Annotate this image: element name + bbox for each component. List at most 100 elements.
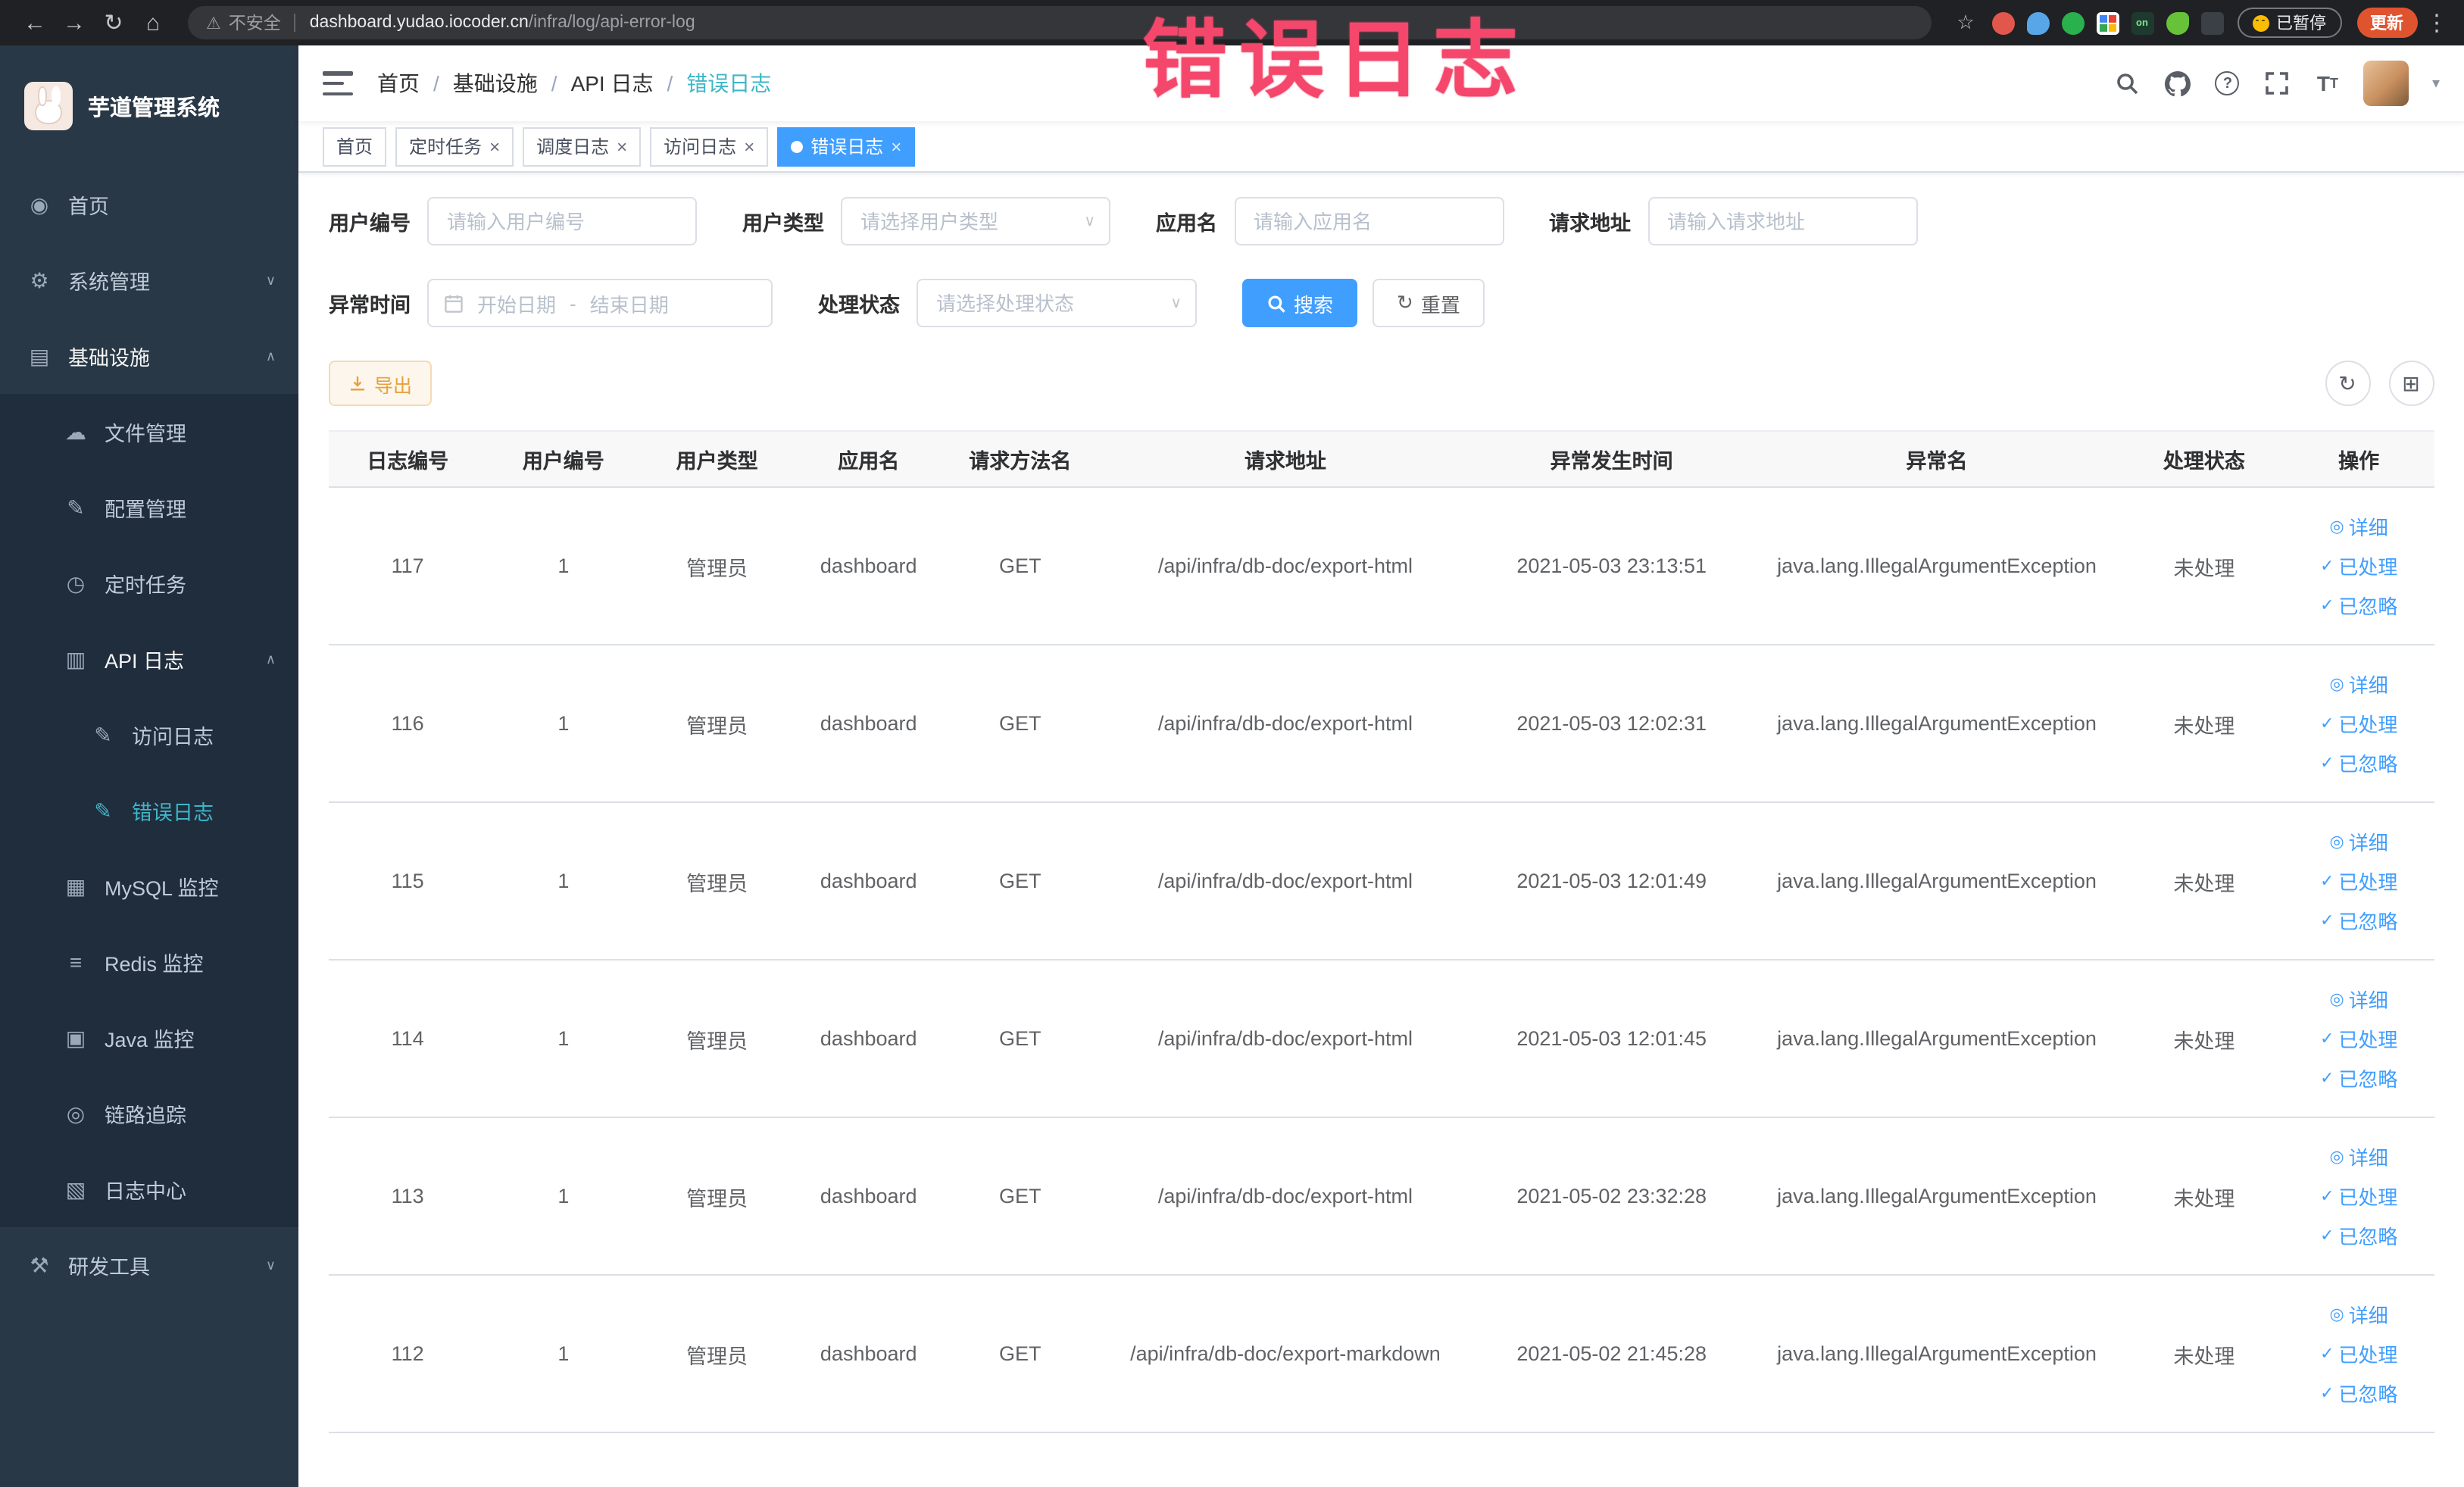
detail-link[interactable]: ◎ 详细: [2330, 512, 2388, 541]
sidebar-item-home[interactable]: ◉ 首页: [0, 167, 298, 242]
tab-scheduled-jobs[interactable]: 定时任务 ×: [395, 127, 514, 166]
back-icon[interactable]: ←: [15, 10, 55, 36]
mark-ignored-link[interactable]: ✓ 已忽略: [2320, 1064, 2397, 1092]
ignored-label: 已忽略: [2338, 1383, 2398, 1406]
cell-time: 2021-05-03 12:02:31: [1516, 712, 1707, 735]
refresh-icon: ↻: [1397, 291, 1413, 314]
sidebar-item-access-log[interactable]: ✎ 访问日志: [0, 697, 298, 773]
extension-icon[interactable]: [2026, 11, 2049, 34]
sidebar-item-infrastructure[interactable]: ▤ 基础设施 ∧: [0, 318, 298, 394]
cell-request-url: /api/infra/db-doc/export-html: [1157, 1027, 1413, 1050]
app-name-input[interactable]: [1234, 197, 1504, 245]
extension-icon[interactable]: [2096, 11, 2119, 34]
chevron-down-icon[interactable]: ▾: [2432, 75, 2440, 92]
tab-error-log[interactable]: 错误日志 ×: [777, 127, 916, 166]
check-icon: ✓: [2319, 1227, 2334, 1245]
mark-processed-link[interactable]: ✓ 已处理: [2320, 1182, 2397, 1211]
table-row: 114 1 管理员 dashboard GET /api/infra/db-do…: [329, 961, 2434, 1118]
logo[interactable]: 芋道管理系统: [0, 45, 298, 167]
filter-exception-time: 异常时间 开始日期 - 结束日期: [329, 279, 773, 327]
sidebar-item-mysql-monitor[interactable]: ▦ MySQL 监控: [0, 848, 298, 924]
column-settings-button[interactable]: ⊞: [2388, 361, 2434, 406]
hamburger-icon[interactable]: [323, 71, 353, 95]
extension-icon[interactable]: [2061, 11, 2084, 34]
sidebar-item-system-management[interactable]: ⚙ 系统管理 ∨: [0, 242, 298, 318]
sidebar-item-trace[interactable]: ◎ 链路追踪: [0, 1076, 298, 1151]
forward-icon[interactable]: →: [55, 10, 94, 36]
cell-request-url: /api/infra/db-doc/export-html: [1157, 712, 1413, 735]
tab-home[interactable]: 首页: [323, 127, 387, 166]
kebab-menu-icon[interactable]: ⋮: [2425, 9, 2449, 36]
breadcrumb-item[interactable]: 首页: [377, 68, 420, 98]
sidebar-item-label: 配置管理: [105, 498, 186, 521]
cell-actions: ◎ 详细 ✓ 已处理 ✓ 已忽略: [2284, 1142, 2434, 1250]
cell-exception-name: java.lang.IllegalArgumentException: [1777, 870, 2097, 892]
mark-processed-link[interactable]: ✓ 已处理: [2320, 1024, 2397, 1053]
breadcrumb: 首页 / 基础设施 / API 日志 / 错误日志: [377, 68, 771, 98]
cell-user-type: 管理员: [686, 1029, 748, 1052]
detail-link[interactable]: ◎ 详细: [2330, 1300, 2388, 1329]
browser-home-icon[interactable]: ⌂: [133, 10, 173, 36]
sidebar-item-file-management[interactable]: ☁ 文件管理: [0, 394, 298, 470]
address-bar[interactable]: ⚠ 不安全 dashboard.yudao.iocoder.cn/infra/l…: [188, 6, 1931, 39]
mark-processed-link[interactable]: ✓ 已处理: [2320, 709, 2397, 738]
extension-icon[interactable]: on: [2131, 11, 2153, 34]
extension-icon[interactable]: [2166, 11, 2188, 34]
table-row: 112 1 管理员 dashboard GET /api/infra/db-do…: [329, 1276, 2434, 1433]
mark-ignored-link[interactable]: ✓ 已忽略: [2320, 1379, 2397, 1407]
detail-link[interactable]: ◎ 详细: [2330, 670, 2388, 698]
extension-icon[interactable]: [1991, 11, 2014, 34]
mark-processed-link[interactable]: ✓ 已处理: [2320, 867, 2397, 895]
sidebar-item-redis-monitor[interactable]: ≡ Redis 监控: [0, 924, 298, 1000]
chevron-up-icon: ∧: [265, 348, 276, 363]
fullscreen-icon[interactable]: [2264, 70, 2291, 97]
github-icon[interactable]: [2164, 70, 2191, 97]
app-body: 芋道管理系统 ◉ 首页 ⚙ 系统管理 ∨ ▤ 基础设施 ∧ ☁ 文件管理 ✎ 配…: [0, 45, 2464, 1487]
reset-button[interactable]: ↻ 重置: [1373, 279, 1485, 327]
reload-icon[interactable]: ↻: [94, 9, 133, 36]
detail-link[interactable]: ◎ 详细: [2330, 827, 2388, 856]
close-icon[interactable]: ×: [617, 137, 627, 155]
mysql-icon: ▦: [65, 873, 86, 898]
tab-schedule-log[interactable]: 调度日志 ×: [523, 127, 642, 166]
font-size-icon[interactable]: TT: [2314, 70, 2341, 97]
sidebar-item-log-center[interactable]: ▧ 日志中心: [0, 1151, 298, 1227]
refresh-button[interactable]: ↻: [2325, 361, 2370, 406]
breadcrumb-item[interactable]: API 日志: [571, 68, 654, 98]
close-icon[interactable]: ×: [891, 137, 901, 155]
process-status-select[interactable]: [917, 279, 1197, 327]
help-icon[interactable]: ?: [2214, 70, 2241, 97]
sidebar-item-java-monitor[interactable]: ▣ Java 监控: [0, 1000, 298, 1076]
update-button[interactable]: 更新: [2356, 8, 2417, 38]
detail-link[interactable]: ◎ 详细: [2330, 985, 2388, 1014]
chevron-up-icon: ∧: [265, 651, 276, 666]
date-range-picker[interactable]: 开始日期 - 结束日期: [427, 279, 773, 327]
mark-processed-link[interactable]: ✓ 已处理: [2320, 551, 2397, 580]
sidebar-item-config-management[interactable]: ✎ 配置管理: [0, 470, 298, 545]
close-icon[interactable]: ×: [489, 137, 500, 155]
close-icon[interactable]: ×: [744, 137, 754, 155]
user-id-input[interactable]: [427, 197, 697, 245]
sidebar-item-scheduled-jobs[interactable]: ◷ 定时任务: [0, 545, 298, 621]
search-icon[interactable]: [2114, 70, 2141, 97]
tab-access-log[interactable]: 访问日志 ×: [650, 127, 769, 166]
request-url-input[interactable]: [1647, 197, 1917, 245]
user-type-select[interactable]: [841, 197, 1110, 245]
mark-ignored-link[interactable]: ✓ 已忽略: [2320, 591, 2397, 620]
mark-ignored-link[interactable]: ✓ 已忽略: [2320, 1221, 2397, 1250]
detail-link[interactable]: ◎ 详细: [2330, 1142, 2388, 1171]
cell-exception-name: java.lang.IllegalArgumentException: [1777, 555, 2097, 577]
bookmark-star-icon[interactable]: ☆: [1946, 11, 1985, 35]
sidebar-item-error-log[interactable]: ✎ 错误日志: [0, 773, 298, 848]
sidebar-item-api-logs[interactable]: ▥ API 日志 ∧: [0, 621, 298, 697]
paused-button[interactable]: 已暂停: [2237, 8, 2341, 38]
mark-processed-link[interactable]: ✓ 已处理: [2320, 1339, 2397, 1368]
extension-icon[interactable]: [2200, 11, 2223, 34]
avatar[interactable]: [2363, 61, 2409, 106]
search-button[interactable]: 搜索: [1242, 279, 1358, 327]
mark-ignored-link[interactable]: ✓ 已忽略: [2320, 906, 2397, 935]
mark-ignored-link[interactable]: ✓ 已忽略: [2320, 748, 2397, 777]
sidebar-item-dev-tools[interactable]: ⚒ 研发工具 ∨: [0, 1227, 298, 1303]
export-button[interactable]: 导出: [329, 361, 433, 406]
breadcrumb-item[interactable]: 基础设施: [453, 68, 538, 98]
